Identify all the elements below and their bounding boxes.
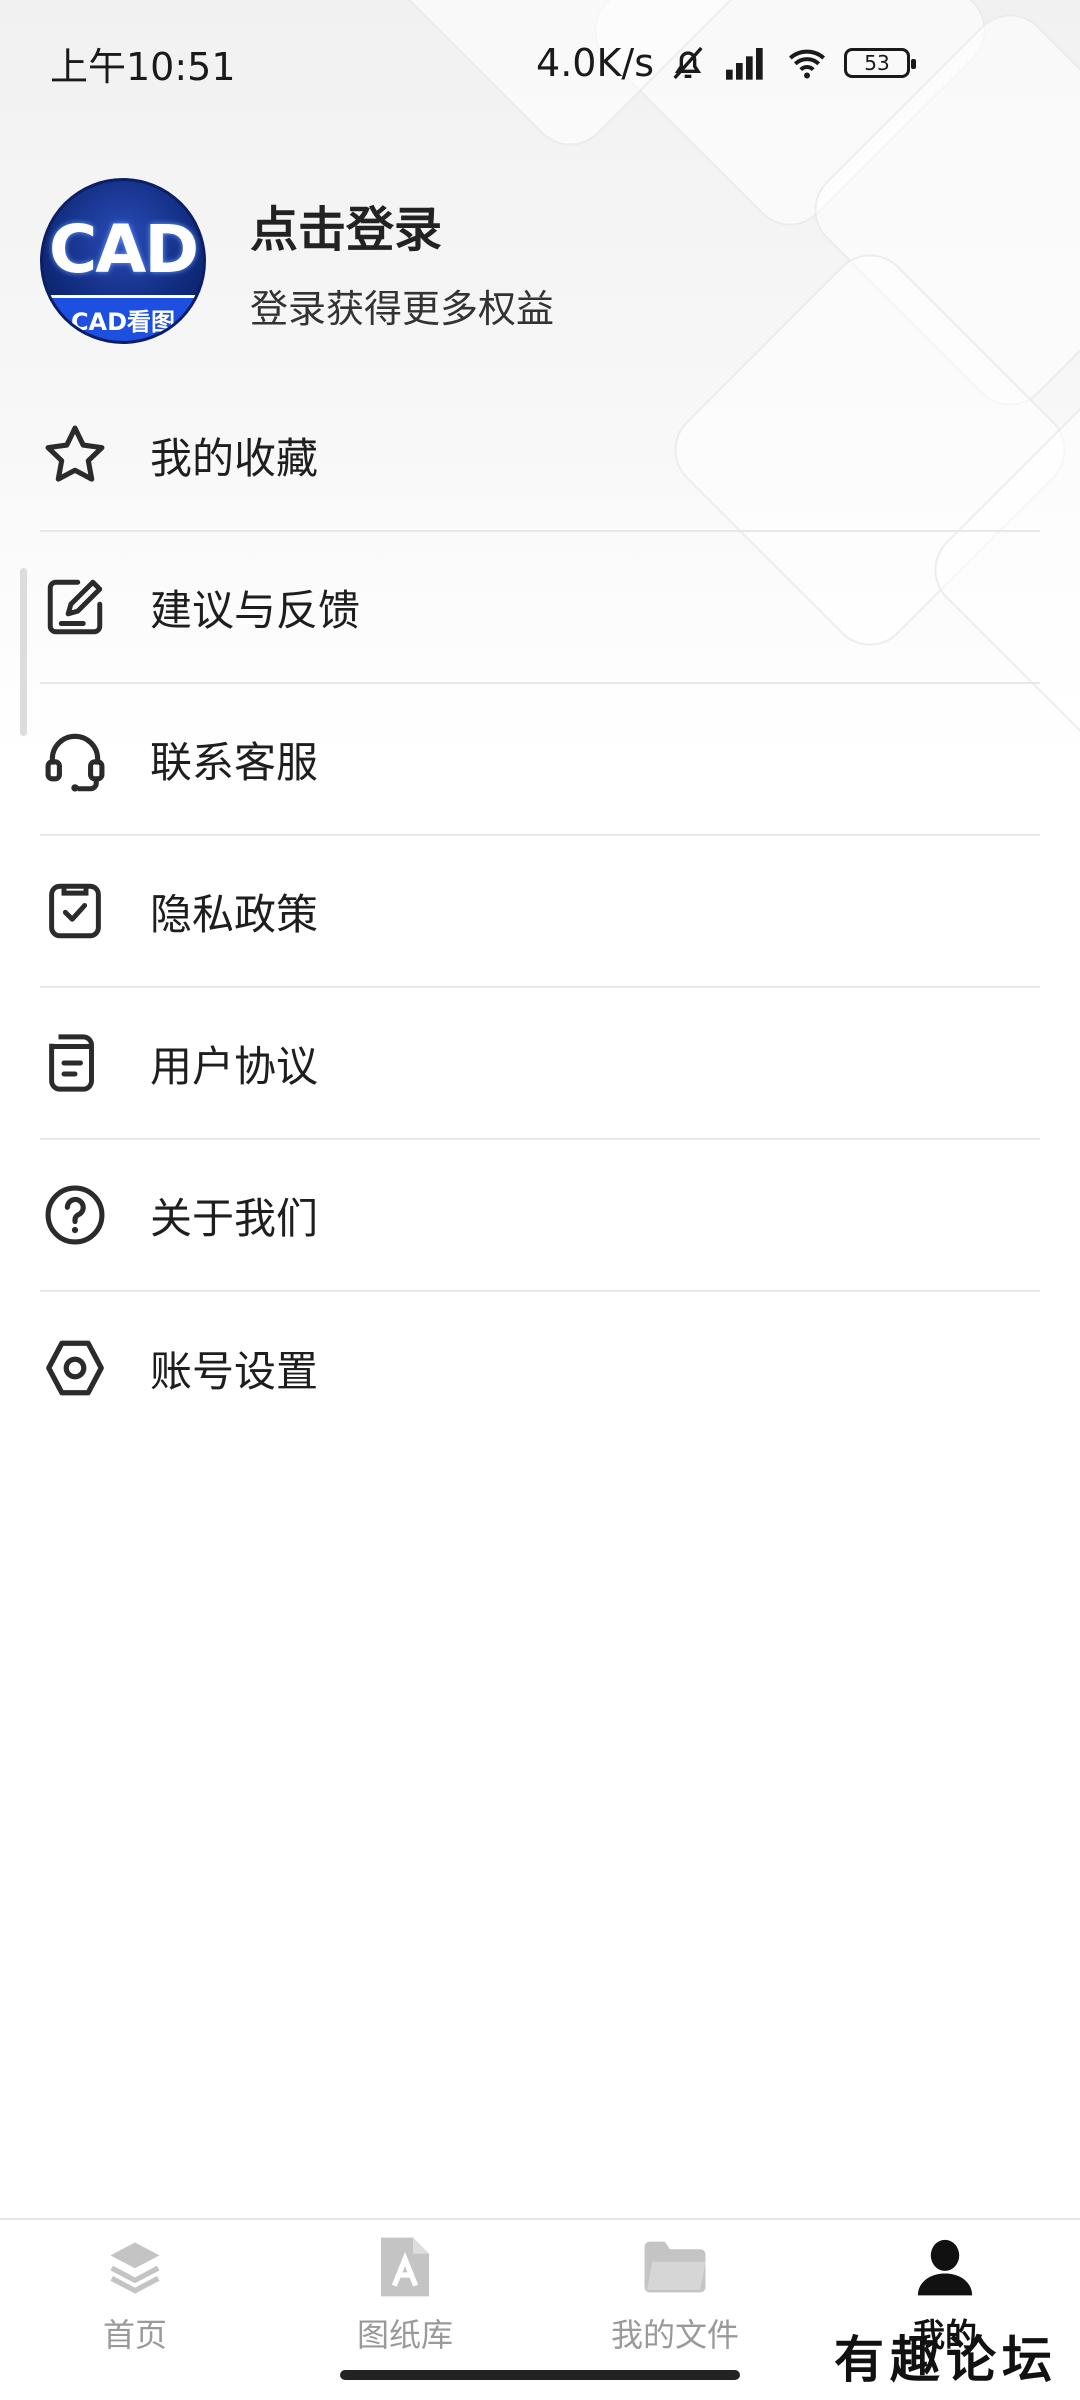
mine-screen: 上午10:51 4.0K/s 53 CAD CAD看图 点击登录 登录获得更多权… bbox=[0, 0, 1080, 2400]
menu-item-label: 隐私政策 bbox=[150, 889, 319, 939]
menu-item-label: 联系客服 bbox=[150, 737, 319, 787]
nav-tab-label: 首页 bbox=[102, 2316, 167, 2354]
menu-item-about-us[interactable]: 关于我们 bbox=[40, 1140, 1040, 1292]
avatar-band: CAD看图 bbox=[43, 295, 203, 341]
menu-item-customer-service[interactable]: 联系客服 bbox=[40, 684, 1040, 836]
menu-item-label: 建议与反馈 bbox=[150, 585, 361, 635]
nav-tab-label: 图纸库 bbox=[356, 2316, 453, 2354]
profile-text[interactable]: 点击登录 登录获得更多权益 bbox=[250, 190, 554, 333]
home-indicator[interactable] bbox=[340, 2370, 740, 2380]
menu-item-account-settings[interactable]: 账号设置 bbox=[40, 1292, 1040, 1444]
signal-icon bbox=[726, 48, 763, 80]
person-icon bbox=[910, 2232, 980, 2302]
menu-item-label: 用户协议 bbox=[150, 1041, 319, 1091]
avatar[interactable]: CAD CAD看图 bbox=[40, 178, 206, 344]
edit-icon bbox=[40, 572, 110, 642]
menu-item-label: 关于我们 bbox=[150, 1193, 319, 1243]
drawing-file-icon bbox=[370, 2232, 440, 2302]
hex-settings-icon bbox=[40, 1333, 110, 1403]
menu-item-label: 我的收藏 bbox=[150, 433, 319, 483]
headset-icon bbox=[40, 724, 110, 794]
profile-login[interactable]: CAD CAD看图 点击登录 登录获得更多权益 bbox=[40, 178, 554, 344]
status-icons: 4.0K/s 53 bbox=[536, 41, 916, 85]
network-speed: 4.0K/s bbox=[536, 41, 654, 85]
question-icon bbox=[40, 1180, 110, 1250]
scroll-indicator bbox=[20, 568, 27, 736]
folder-icon bbox=[640, 2232, 710, 2302]
menu-item-user-agreement[interactable]: 用户协议 bbox=[40, 988, 1040, 1140]
nav-tab-label: 我的文件 bbox=[610, 2316, 739, 2354]
menu-item-label: 账号设置 bbox=[150, 1346, 319, 1396]
nav-tab-home[interactable]: 首页 bbox=[0, 2220, 270, 2400]
login-title[interactable]: 点击登录 bbox=[250, 190, 554, 260]
status-bar: 上午10:51 4.0K/s 53 bbox=[0, 0, 1080, 126]
battery-icon: 53 bbox=[844, 48, 916, 78]
wifi-icon bbox=[789, 49, 825, 79]
menu-item-favorites[interactable]: 我的收藏 bbox=[40, 380, 1040, 532]
layers-icon bbox=[100, 2232, 170, 2302]
checklist-icon bbox=[40, 876, 110, 946]
watermark: 有趣论坛 bbox=[834, 2330, 1058, 2389]
status-time: 上午10:51 bbox=[50, 44, 236, 89]
mute-bell-icon bbox=[673, 46, 703, 80]
document-icon bbox=[40, 1028, 110, 1098]
star-icon bbox=[40, 420, 110, 490]
menu-list: 我的收藏 建议与反馈 联系客服 隐私政策 用户协议 关于我们 账号设置 bbox=[40, 380, 1040, 1444]
avatar-logo-text: CAD bbox=[48, 210, 199, 288]
menu-item-feedback[interactable]: 建议与反馈 bbox=[40, 532, 1040, 684]
menu-item-privacy-policy[interactable]: 隐私政策 bbox=[40, 836, 1040, 988]
login-subtitle: 登录获得更多权益 bbox=[250, 286, 555, 331]
